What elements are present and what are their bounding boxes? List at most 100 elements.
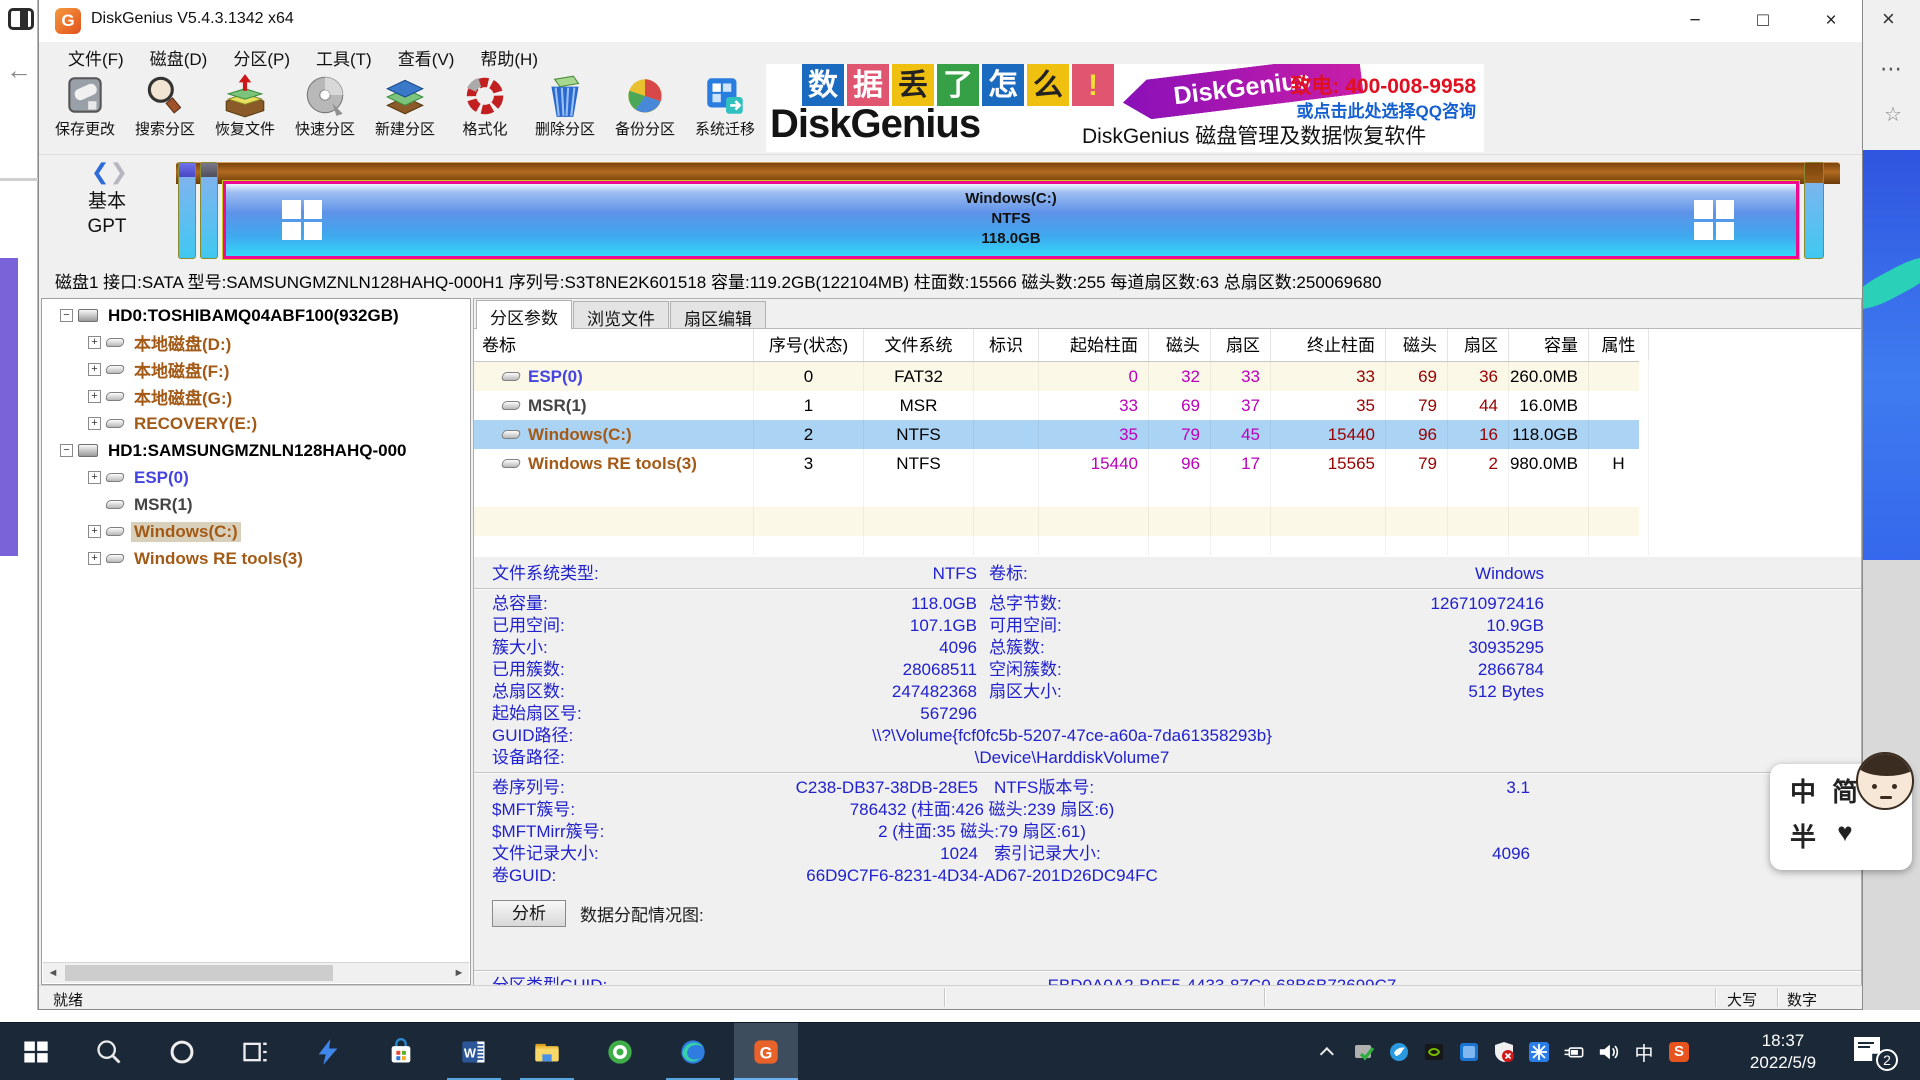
column-header-1[interactable]: 序号(状态) (754, 329, 864, 361)
toolbar-button-备份分区[interactable]: 备份分区 (605, 72, 685, 152)
sync-check-icon[interactable] (1353, 1041, 1375, 1063)
start-icon[interactable] (4, 1023, 68, 1080)
more-options-icon[interactable]: ⋯ (1880, 56, 1902, 82)
tree-item-Windows RE tools(3)[interactable]: +Windows RE tools(3) (42, 545, 470, 572)
ime-status-grid[interactable]: 中 简 半 ♥ (1782, 772, 1866, 854)
scroll-left-icon[interactable]: ◄ (43, 963, 63, 983)
toolbar-button-恢复文件[interactable]: 恢复文件 (205, 72, 285, 152)
table-row-Windows(C:)[interactable]: Windows(C:)2NTFS357945154409616118.0GB (474, 420, 1639, 449)
table-row-MSR(1)[interactable]: MSR(1)1MSR33693735794416.0MB (474, 391, 1639, 420)
expand-icon[interactable]: + (88, 363, 101, 376)
tree-item-MSR(1)[interactable]: MSR(1) (42, 491, 470, 518)
ad-banner[interactable]: 数据丢了怎么! DiskGenius DiskGenius 致电: 400-00… (766, 64, 1484, 152)
partition-block-esp[interactable] (178, 162, 196, 259)
column-header-3[interactable]: 标识 (974, 329, 1039, 361)
search-icon[interactable] (77, 1023, 141, 1080)
prev-disk-icon[interactable]: ❮ (91, 159, 109, 184)
partition-block-windows-c[interactable]: Windows(C:) NTFS 118.0GB (223, 181, 1799, 259)
tree-item-HD1:SAMSUNGMZNLN128HAHQ-000[interactable]: −HD1:SAMSUNGMZNLN128HAHQ-000 (42, 437, 470, 464)
column-header-5[interactable]: 磁头 (1149, 329, 1211, 361)
notification-center-icon[interactable]: 2 (1848, 1035, 1898, 1071)
column-header-6[interactable]: 扇区 (1211, 329, 1271, 361)
tree-item-本地磁盘(G:)[interactable]: +本地磁盘(G:) (42, 383, 470, 410)
banner-qq-link[interactable]: 或点击此处选择QQ咨询 (1297, 97, 1476, 122)
partition-block-re-tools[interactable] (1804, 162, 1824, 259)
tab-分区参数[interactable]: 分区参数 (476, 300, 572, 329)
tray-expand-icon[interactable] (1318, 1041, 1340, 1063)
power-plug-icon[interactable] (1563, 1041, 1585, 1063)
expand-icon[interactable]: + (88, 417, 101, 430)
ime-lang-icon[interactable]: 中 (1633, 1041, 1655, 1063)
tab-扇区编辑[interactable]: 扇区编辑 (670, 301, 766, 328)
tree-item-RECOVERY(E:)[interactable]: +RECOVERY(E:) (42, 410, 470, 437)
disk-nav-arrows[interactable]: ❮❯ (91, 159, 128, 185)
favorite-star-icon[interactable]: ☆ (1884, 102, 1902, 127)
menu-item-2[interactable]: 分区(P) (220, 42, 303, 70)
column-header-8[interactable]: 磁头 (1386, 329, 1448, 361)
expand-icon[interactable]: + (88, 552, 101, 565)
store-icon[interactable] (369, 1023, 433, 1080)
flash-icon[interactable] (296, 1023, 360, 1080)
expand-icon[interactable]: + (88, 471, 101, 484)
tab-浏览文件[interactable]: 浏览文件 (573, 301, 669, 328)
taskbar-clock[interactable]: 18:37 2022/5/9 (1733, 1030, 1833, 1074)
task-view-icon[interactable] (223, 1023, 287, 1080)
edge-icon[interactable] (661, 1023, 725, 1080)
tree-item-HD0:TOSHIBAMQ04ABF100(932GB)[interactable]: −HD0:TOSHIBAMQ04ABF100(932GB) (42, 302, 470, 329)
snowflake-icon[interactable] (1528, 1041, 1550, 1063)
table-row-ESP(0)[interactable]: ESP(0)0FAT3203233336936260.0MB (474, 362, 1639, 391)
horizontal-scrollbar[interactable]: ◄ ► (43, 962, 469, 983)
banner-phone[interactable]: 致电: 400-008-9958 (1290, 70, 1476, 100)
close-button[interactable]: × (1797, 0, 1865, 42)
toolbar-button-搜索分区[interactable]: 搜索分区 (125, 72, 205, 152)
column-header-11[interactable]: 属性 (1589, 329, 1649, 361)
minimize-button[interactable]: − (1661, 0, 1729, 42)
intel-graphics-icon[interactable] (1458, 1041, 1480, 1063)
collapse-icon[interactable]: − (60, 309, 73, 322)
background-close-icon[interactable]: × (1882, 6, 1895, 32)
security-alert-icon[interactable] (1493, 1041, 1515, 1063)
expand-icon[interactable]: + (88, 336, 101, 349)
file-explorer-icon[interactable] (515, 1023, 579, 1080)
expand-icon[interactable]: + (88, 390, 101, 403)
tree-item-本地磁盘(F:)[interactable]: +本地磁盘(F:) (42, 356, 470, 383)
maximize-button[interactable]: □ (1729, 0, 1797, 42)
toolbar-button-保存更改[interactable]: 保存更改 (45, 72, 125, 152)
browser-360-icon[interactable] (588, 1023, 652, 1080)
menu-item-0[interactable]: 文件(F) (55, 42, 137, 70)
toolbar-button-删除分区[interactable]: 删除分区 (525, 72, 605, 152)
tree-item-ESP(0)[interactable]: +ESP(0) (42, 464, 470, 491)
sogou-ime-panel[interactable]: 中 简 半 ♥ (1770, 764, 1912, 870)
word-icon[interactable]: W (442, 1023, 506, 1080)
toolbar-button-新建分区[interactable]: 新建分区 (365, 72, 445, 152)
volume-icon[interactable] (1598, 1041, 1620, 1063)
diskgenius-icon[interactable]: G (734, 1023, 798, 1080)
tree-item-本地磁盘(D:)[interactable]: +本地磁盘(D:) (42, 329, 470, 356)
menu-item-5[interactable]: 帮助(H) (467, 42, 551, 70)
partition-block-msr[interactable] (200, 162, 218, 259)
expand-icon[interactable]: + (88, 525, 101, 538)
next-disk-icon[interactable]: ❯ (109, 159, 127, 184)
collapse-icon[interactable]: − (60, 444, 73, 457)
toolbar-button-快速分区[interactable]: 快速分区 (285, 72, 365, 152)
toolbar-button-格式化[interactable]: 格式化 (445, 72, 525, 152)
column-header-2[interactable]: 文件系统 (864, 329, 974, 361)
toolbar-button-系统迁移[interactable]: 系统迁移 (685, 72, 765, 152)
sogou-icon[interactable]: S (1668, 1041, 1690, 1063)
scrollbar-thumb[interactable] (65, 965, 333, 981)
tree-item-Windows(C:)[interactable]: +Windows(C:) (42, 518, 470, 545)
column-header-10[interactable]: 容量 (1509, 329, 1589, 361)
analyze-button[interactable]: 分析 (492, 900, 566, 927)
ime-emoji-button[interactable]: ♥ (1824, 817, 1866, 854)
ime-lang-toggle[interactable]: 中 (1782, 772, 1824, 809)
column-header-9[interactable]: 扇区 (1448, 329, 1509, 361)
messenger-bird-icon[interactable] (1388, 1041, 1410, 1063)
column-header-4[interactable]: 起始柱面 (1039, 329, 1149, 361)
menu-item-3[interactable]: 工具(T) (303, 42, 385, 70)
column-header-0[interactable]: 卷标 (474, 329, 754, 361)
menu-item-4[interactable]: 查看(V) (385, 42, 468, 70)
table-row-Windows RE tools(3)[interactable]: Windows RE tools(3)3NTFS1544096171556579… (474, 449, 1639, 478)
title-bar[interactable]: G DiskGenius V5.4.3.1342 x64 − □ × (39, 0, 1862, 42)
column-header-7[interactable]: 终止柱面 (1271, 329, 1386, 361)
back-arrow-icon[interactable]: ← (6, 55, 32, 86)
